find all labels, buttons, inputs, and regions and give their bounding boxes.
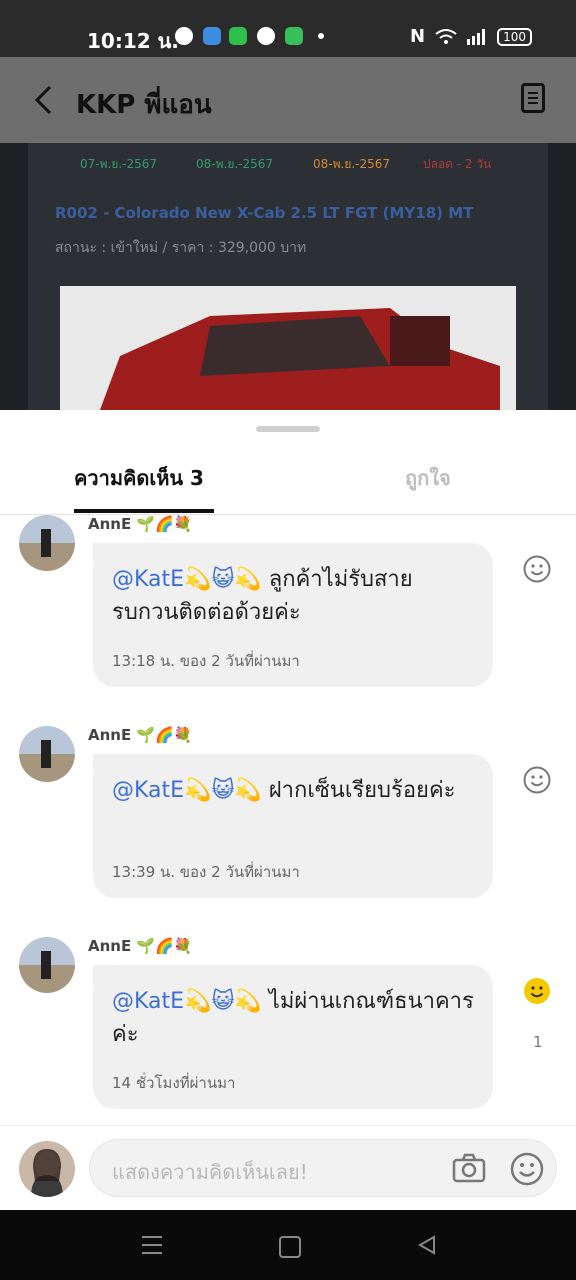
post-date: 08-พ.ย.-2567 — [196, 157, 274, 171]
comment-author[interactable]: AnnE 🌱🌈💐 — [88, 515, 192, 533]
notification-dot-icon — [318, 33, 324, 39]
back-arrow-icon[interactable] — [30, 84, 56, 116]
comment-timestamp: 13:39 น. ของ 2 วันที่ผ่านมา — [112, 863, 300, 881]
nav-back-icon[interactable] — [416, 1234, 438, 1256]
comment-text: @KatE💫😺💫 ลูกค้าไม่รับสาย รบกวนติดต่อด้วย… — [112, 567, 413, 625]
wifi-icon — [435, 28, 457, 44]
app-bar: KKP พี่แอน — [0, 57, 576, 143]
avatar[interactable] — [19, 726, 75, 782]
battery-indicator: 100 — [497, 27, 532, 46]
mention-link[interactable]: @KatE💫😺💫 — [112, 989, 262, 1014]
chat-title: KKP พี่แอน — [76, 90, 212, 120]
comment-text: @KatE💫😺💫 ฝากเซ็นเรียบร้อยค่ะ — [112, 778, 456, 803]
shop-icon — [229, 27, 247, 45]
messenger-icon — [175, 27, 193, 45]
comment-bubble[interactable]: @KatE💫😺💫 ฝากเซ็นเรียบร้อยค่ะ 13:39 น. ขอ… — [93, 754, 493, 898]
tab-active-indicator — [74, 509, 214, 513]
app-icon — [203, 27, 221, 45]
nfc-icon: N — [410, 26, 426, 47]
messages-icon — [285, 27, 303, 45]
comment-bubble[interactable]: @KatE💫😺💫 ไม่ผ่านเกณฑ์ธนาคารค่ะ 14 ชั่วโม… — [93, 965, 493, 1109]
comment-text: @KatE💫😺💫 ไม่ผ่านเกณฑ์ธนาคารค่ะ — [112, 989, 474, 1047]
recent-apps-icon[interactable] — [142, 1236, 162, 1260]
emoji-icon[interactable] — [510, 1152, 544, 1186]
tab-comments[interactable]: ความคิดเห็น 3 — [74, 462, 204, 494]
comment-input-bar: แสดงความคิดเห็นเลย! — [0, 1125, 576, 1211]
comment-author[interactable]: AnnE 🌱🌈💐 — [88, 937, 192, 955]
avatar[interactable] — [19, 515, 75, 571]
sheet-drag-handle[interactable] — [256, 426, 320, 432]
status-time: 10:12 น. — [87, 29, 179, 53]
smiley-icon[interactable] — [523, 555, 551, 583]
comment-author[interactable]: AnnE 🌱🌈💐 — [88, 726, 192, 744]
tab-divider — [0, 514, 576, 515]
mention-link[interactable]: @KatE💫😺💫 — [112, 567, 262, 592]
home-icon[interactable] — [279, 1236, 301, 1258]
signal-icon — [467, 28, 486, 45]
comments-sheet: ความคิดเห็น 3 ถูกใจ AnnE 🌱🌈💐 @KatE💫😺💫 ลู… — [0, 410, 576, 1210]
car-photo — [60, 286, 516, 410]
smiley-icon[interactable] — [523, 766, 551, 794]
avatar[interactable] — [19, 1141, 75, 1197]
post-card: 07-พ.ย.-2567 08-พ.ย.-2567 08-พ.ย.-2567 ป… — [28, 143, 548, 410]
comment-timestamp: 13:18 น. ของ 2 วันที่ผ่านมา — [112, 652, 300, 670]
tab-likes[interactable]: ถูกใจ — [405, 462, 451, 494]
comment-timestamp: 14 ชั่วโมงที่ผ่านมา — [112, 1074, 236, 1092]
status-bar: 10:12 น. N 100 — [0, 0, 576, 57]
line-icon — [257, 27, 275, 45]
car-title: R002 - Colorado New X-Cab 2.5 LT FGT (MY… — [55, 204, 474, 222]
smiley-filled-icon[interactable] — [523, 977, 551, 1005]
system-nav-bar — [0, 1210, 576, 1280]
post-background: 07-พ.ย.-2567 08-พ.ย.-2567 08-พ.ย.-2567 ป… — [0, 143, 576, 410]
post-date: 08-พ.ย.-2567 — [313, 157, 391, 171]
mention-link[interactable]: @KatE💫😺💫 — [112, 778, 262, 803]
post-date: 07-พ.ย.-2567 — [80, 157, 158, 171]
comment-input-placeholder: แสดงความคิดเห็นเลย! — [112, 1160, 308, 1184]
post-date: ปลอด - 2 วัน — [423, 157, 492, 171]
document-icon[interactable] — [521, 83, 545, 113]
car-status: สถานะ : เข้าใหม่ / ราคา : 329,000 บาท — [55, 240, 307, 256]
camera-icon[interactable] — [452, 1153, 486, 1183]
comment-bubble[interactable]: @KatE💫😺💫 ลูกค้าไม่รับสาย รบกวนติดต่อด้วย… — [93, 543, 493, 687]
comment-input[interactable]: แสดงความคิดเห็นเลย! — [89, 1139, 557, 1197]
avatar[interactable] — [19, 937, 75, 993]
reaction-count: 1 — [533, 1033, 543, 1051]
